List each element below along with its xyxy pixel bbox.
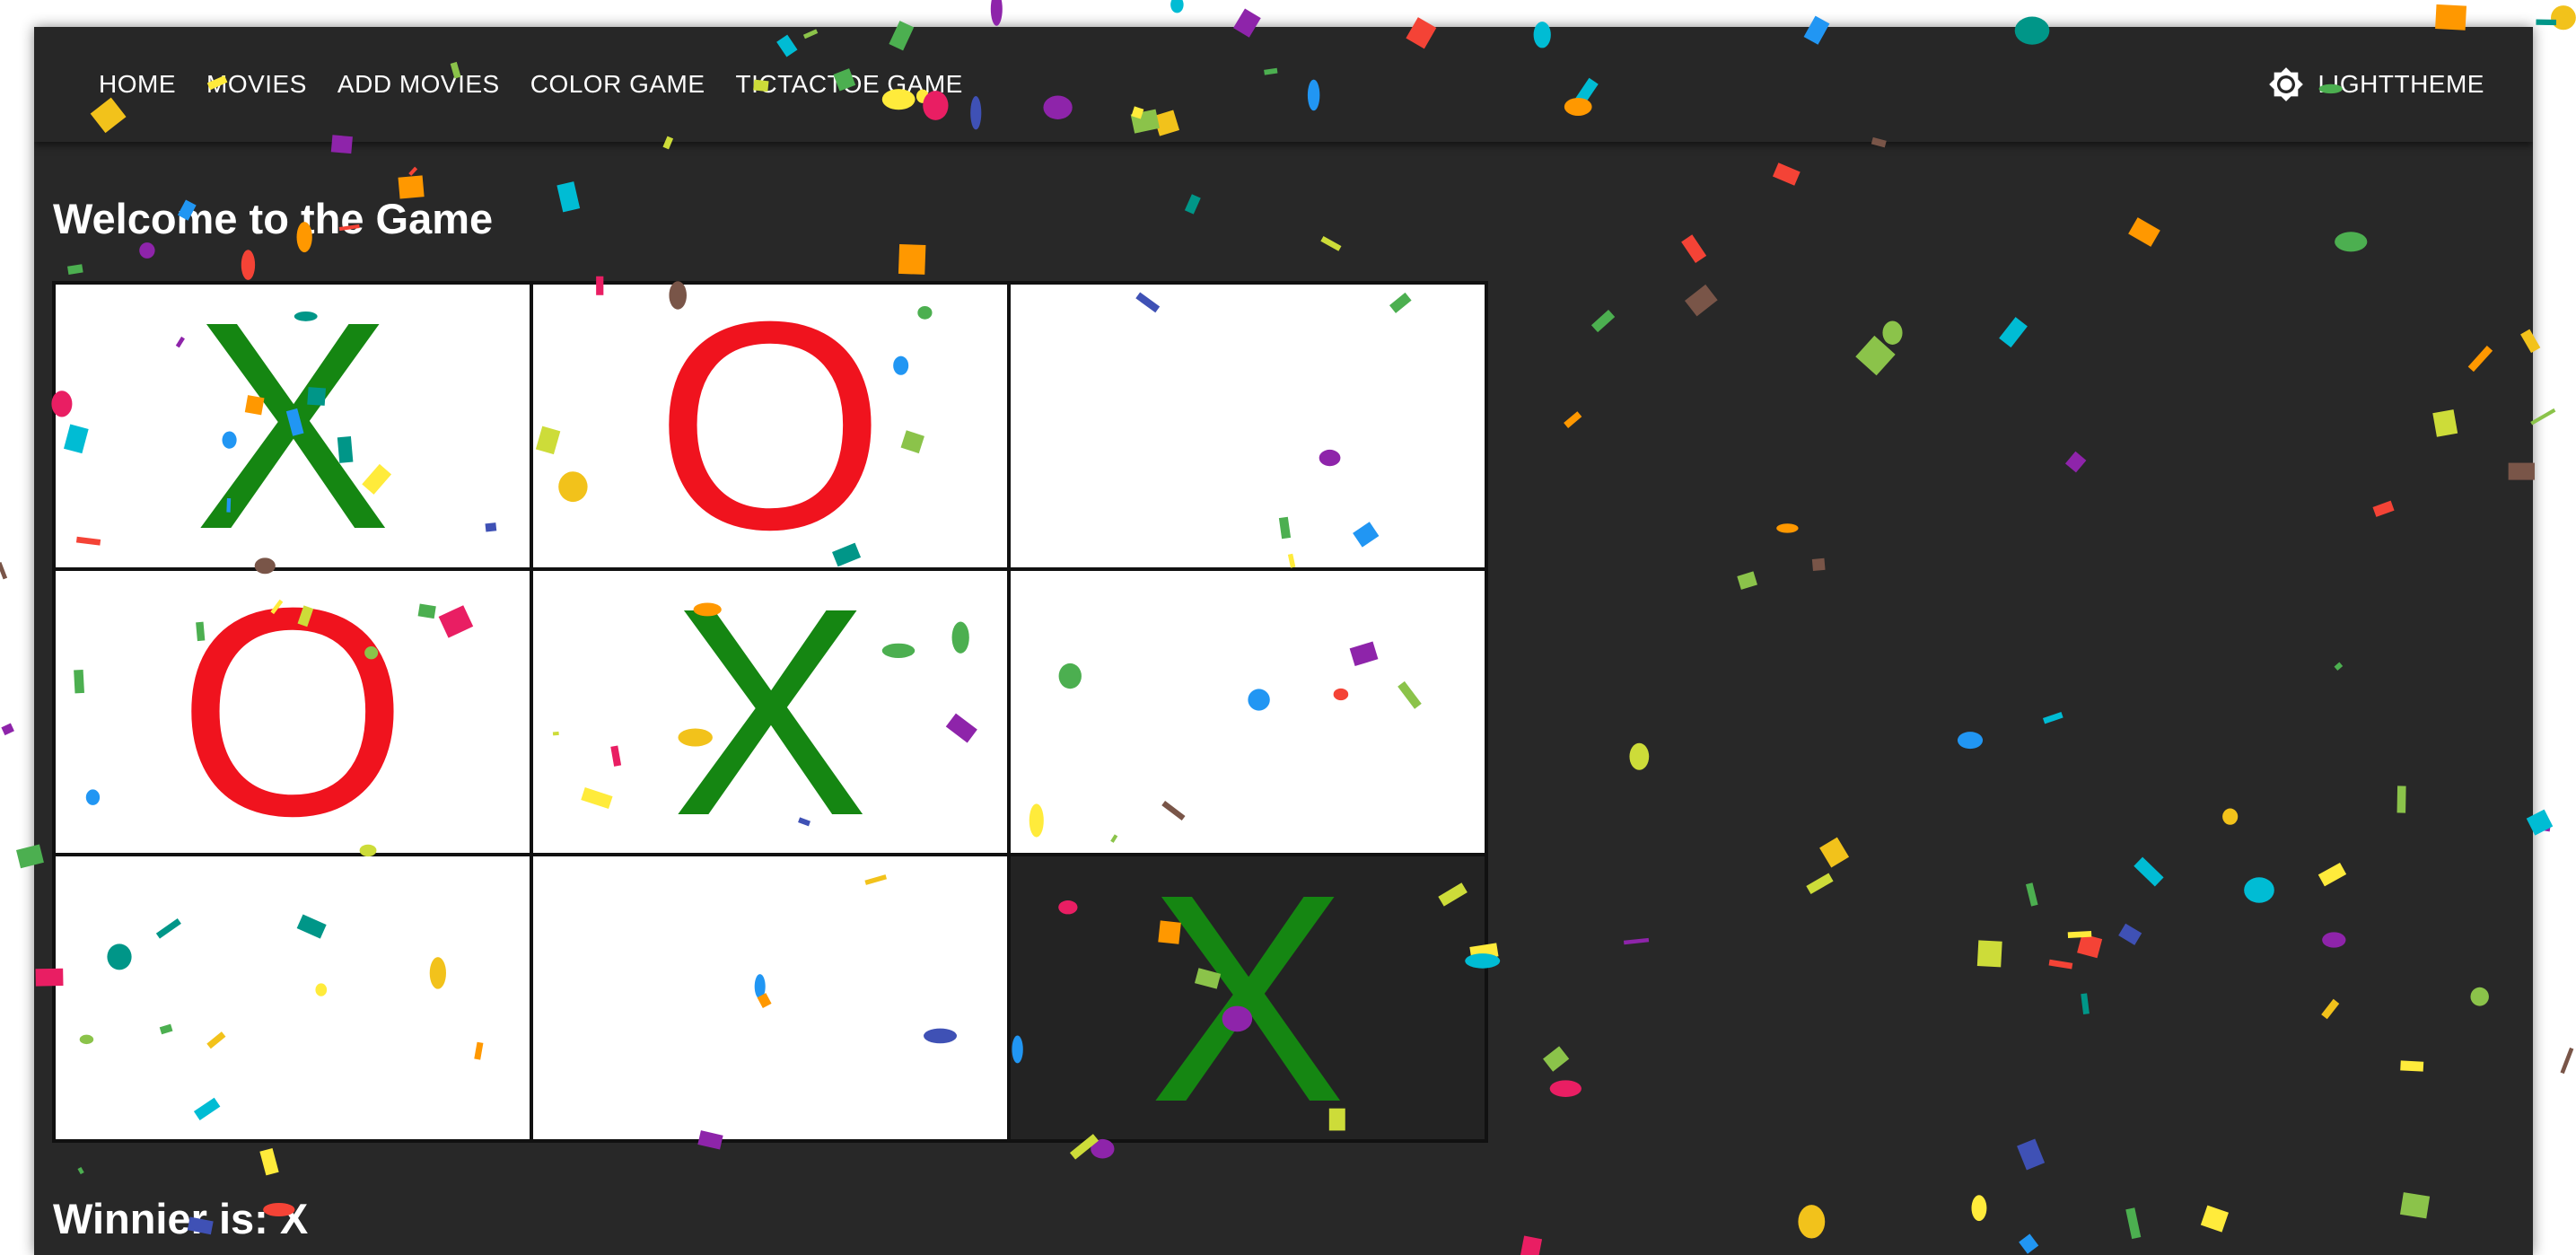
- board-cell-4[interactable]: O: [54, 568, 531, 856]
- nav-tictactoe-game-link[interactable]: TICTACTOE GAME: [722, 57, 977, 111]
- cell-mark: X: [1148, 855, 1347, 1141]
- confetti-piece: [1, 723, 14, 736]
- confetti-piece: [0, 562, 8, 580]
- board-cell-6[interactable]: [1009, 568, 1486, 856]
- page-title: Welcome to the Game: [53, 195, 494, 242]
- board-cell-7[interactable]: [54, 855, 531, 1141]
- confetti-piece: [2530, 408, 2556, 426]
- board-cell-5[interactable]: X: [531, 568, 1009, 856]
- board-cell-8[interactable]: [531, 855, 1009, 1141]
- nav-home-link[interactable]: HOME: [84, 57, 190, 111]
- confetti-piece: [2542, 821, 2552, 832]
- theme-toggle-label: LIGHTTHEME: [2318, 70, 2484, 98]
- confetti-piece: [990, 0, 1003, 26]
- nav-links: HOME MOVIES ADD MOVIES COLOR GAME TICTAC…: [84, 27, 979, 142]
- cell-mark: X: [670, 568, 870, 856]
- board-cell-1[interactable]: X: [54, 283, 531, 569]
- board-cell-9[interactable]: X: [1009, 855, 1486, 1141]
- brightness-icon: [2268, 67, 2303, 101]
- cell-mark: O: [654, 283, 886, 569]
- tictactoe-board: X O O X X: [52, 281, 1488, 1143]
- nav-color-game-link[interactable]: COLOR GAME: [516, 57, 720, 111]
- theme-toggle-button[interactable]: LIGHTTHEME: [2268, 27, 2484, 142]
- cell-mark: O: [177, 568, 408, 856]
- board-cell-2[interactable]: O: [531, 283, 1009, 569]
- nav-movies-link[interactable]: MOVIES: [192, 57, 321, 111]
- navbar: HOME MOVIES ADD MOVIES COLOR GAME TICTAC…: [34, 27, 2533, 142]
- nav-add-movies-link[interactable]: ADD MOVIES: [323, 57, 514, 111]
- confetti-piece: [1170, 0, 1184, 13]
- confetti-piece: [2560, 1047, 2574, 1075]
- cell-mark: X: [193, 283, 392, 569]
- confetti-piece: [2551, 5, 2576, 31]
- app-window: HOME MOVIES ADD MOVIES COLOR GAME TICTAC…: [34, 27, 2533, 1255]
- confetti-piece: [2536, 19, 2557, 26]
- board-cell-3[interactable]: [1009, 283, 1486, 569]
- winner-text: Winnier is: X: [53, 1195, 309, 1242]
